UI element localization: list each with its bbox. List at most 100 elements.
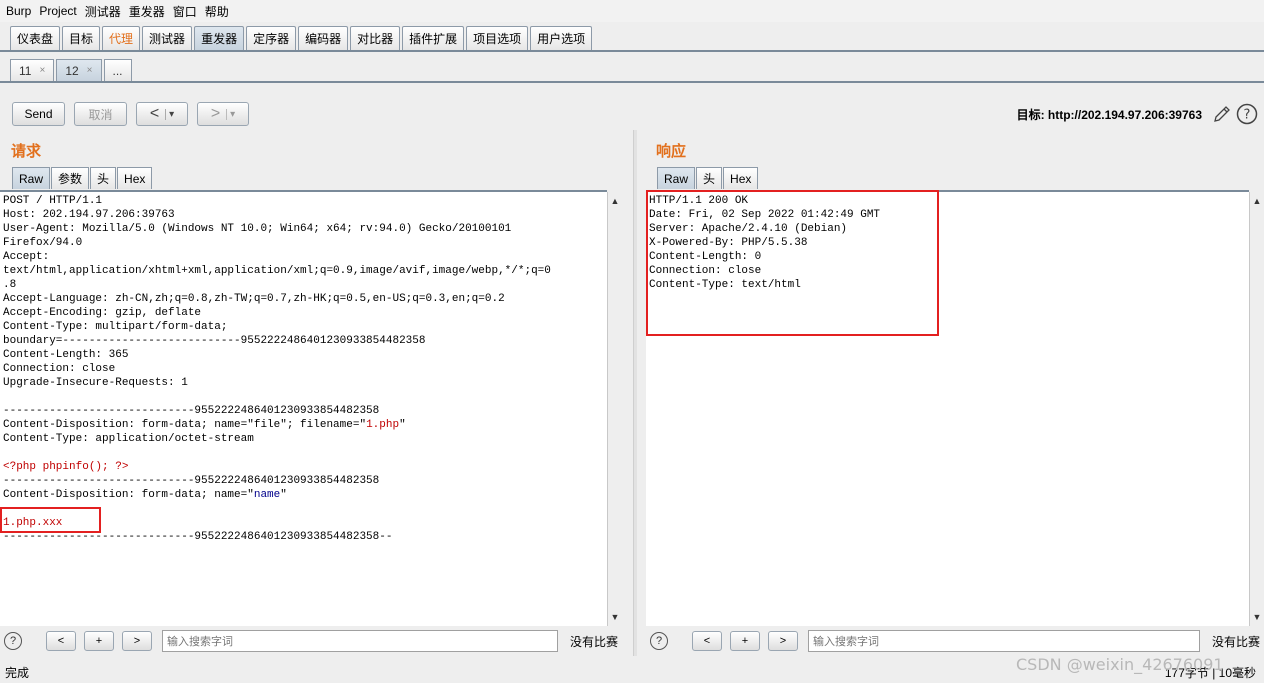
request-text: Accept-Language: zh-CN,zh;q=0.8,zh-TW;q=… xyxy=(3,293,505,305)
menu-bar: Burp Project 测试器 重发器 窗口 帮助 xyxy=(0,0,1264,22)
request-text: boundary=---------------------------9552… xyxy=(3,335,426,347)
menu-item[interactable]: Burp xyxy=(6,4,31,18)
request-line: text/html,application/xhtml+xml,applicat… xyxy=(3,264,607,278)
send-button[interactable]: Send xyxy=(12,102,65,126)
request-line: Accept-Language: zh-CN,zh;q=0.8,zh-TW;q=… xyxy=(3,292,607,306)
search-add-button[interactable]: + xyxy=(84,631,114,651)
scroll-up-icon[interactable]: ▲ xyxy=(610,196,620,206)
highlight-box-response xyxy=(646,190,939,336)
menu-item[interactable]: Project xyxy=(39,4,76,18)
request-line: -----------------------------95522224864… xyxy=(3,474,607,488)
cancel-button[interactable]: 取消 xyxy=(74,102,127,126)
response-subtab[interactable]: Hex xyxy=(723,167,759,189)
watermark: CSDN @weixin_42676091 xyxy=(1016,655,1224,674)
search-next-button[interactable]: > xyxy=(768,631,798,651)
request-subtabs: Raw 参数头 Hex xyxy=(12,167,153,189)
request-line: Accept-Encoding: gzip, deflate xyxy=(3,306,607,320)
back-arrow-icon: < xyxy=(149,105,160,122)
request-line: POST / HTTP/1.1 xyxy=(3,194,607,208)
request-line: boundary=---------------------------9552… xyxy=(3,334,607,348)
main-tab[interactable]: 代理 xyxy=(102,26,141,50)
request-line xyxy=(3,446,607,460)
response-subtabs: Raw 头 Hex xyxy=(657,167,759,189)
scroll-down-icon[interactable]: ▼ xyxy=(610,612,620,622)
main-tab[interactable]: 测试器 xyxy=(142,26,193,50)
search-add-button[interactable]: + xyxy=(730,631,760,651)
main-tab[interactable]: 目标 xyxy=(62,26,101,50)
request-line: Accept: xyxy=(3,250,607,264)
search-input[interactable] xyxy=(808,630,1200,652)
request-text: " xyxy=(280,489,287,501)
scroll-down-icon[interactable]: ▼ xyxy=(1252,612,1262,622)
main-tab[interactable]: 定序器 xyxy=(246,26,297,50)
response-title: 响应 xyxy=(656,143,687,160)
request-text: -----------------------------95522224864… xyxy=(3,475,380,487)
request-text: " xyxy=(399,419,406,431)
repeater-tab[interactable]: ... xyxy=(103,59,132,81)
forward-button[interactable]: > ▾ xyxy=(197,102,249,126)
request-line: Firefox/94.0 xyxy=(3,236,607,250)
repeater-tab[interactable]: 11 × xyxy=(10,59,55,81)
request-line: Content-Type: multipart/form-data; xyxy=(3,320,607,334)
request-text: POST / HTTP/1.1 xyxy=(3,195,103,207)
menu-item[interactable]: 帮助 xyxy=(205,3,229,20)
help-icon[interactable]: ? xyxy=(4,632,22,650)
request-text: Host: 202.194.97.206:39763 xyxy=(3,209,175,221)
request-text: Content-Type: application/octet-stream xyxy=(3,433,254,445)
svg-text:?: ? xyxy=(1244,108,1251,123)
repeater-tab[interactable]: 12 × xyxy=(56,59,102,81)
request-text: name xyxy=(253,489,281,501)
request-subtab[interactable]: Hex xyxy=(117,167,153,189)
request-subtab[interactable]: Raw xyxy=(12,167,51,189)
repeater-tab-label: 12 xyxy=(65,63,79,78)
menu-item[interactable]: 测试器 xyxy=(85,3,121,20)
back-button[interactable]: < ▾ xyxy=(136,102,188,126)
main-tab[interactable]: 重发器 xyxy=(194,26,245,50)
main-tab[interactable]: 编码器 xyxy=(298,26,349,50)
main-tab[interactable]: 对比器 xyxy=(350,26,401,50)
request-text: Firefox/94.0 xyxy=(3,237,83,249)
response-subtab[interactable]: Raw xyxy=(657,167,696,189)
pencil-icon[interactable] xyxy=(1212,104,1232,124)
request-text: -----------------------------95522224864… xyxy=(3,405,380,417)
repeater-tab-bar: 11 × 12 ×... xyxy=(0,56,1264,83)
response-search-bar: ? < + > 没有比赛 xyxy=(650,628,1262,654)
help-icon[interactable]: ? xyxy=(1236,103,1258,125)
main-tab[interactable]: 仪表盘 xyxy=(10,26,61,50)
request-line: User-Agent: Mozilla/5.0 (Windows NT 10.0… xyxy=(3,222,607,236)
pane-splitter[interactable] xyxy=(633,130,637,656)
request-text: Content-Disposition: form-data; name=" xyxy=(3,489,254,501)
request-subtab[interactable]: 参数 xyxy=(51,167,90,189)
request-search-bar: ? < + > 没有比赛 xyxy=(4,628,626,654)
request-text: Content-Type: multipart/form-data; xyxy=(3,321,228,333)
main-tab[interactable]: 用户选项 xyxy=(530,26,593,50)
request-line: Content-Disposition: form-data; name="fi… xyxy=(3,418,607,432)
response-scrollbar[interactable]: ▲ ▼ xyxy=(1249,192,1263,626)
request-line: Upgrade-Insecure-Requests: 1 xyxy=(3,376,607,390)
search-prev-button[interactable]: < xyxy=(692,631,722,651)
search-prev-button[interactable]: < xyxy=(46,631,76,651)
main-tab[interactable]: 项目选项 xyxy=(466,26,529,50)
search-input[interactable] xyxy=(162,630,558,652)
request-scrollbar[interactable]: ▲ ▼ xyxy=(607,192,621,626)
request-text: Content-Length: 365 xyxy=(3,349,129,361)
request-text: 1.php xyxy=(366,419,400,431)
search-result-label: 没有比赛 xyxy=(1212,634,1261,649)
request-line: Content-Disposition: form-data; name="na… xyxy=(3,488,607,502)
request-line: -----------------------------95522224864… xyxy=(3,404,607,418)
highlight-box-filename xyxy=(0,507,101,533)
request-editor[interactable]: POST / HTTP/1.1 Host: 202.194.97.206:3976… xyxy=(0,190,607,626)
search-next-button[interactable]: > xyxy=(122,631,152,651)
chevron-down-icon: ▾ xyxy=(165,108,174,120)
request-text: Connection: close xyxy=(3,363,116,375)
menu-item[interactable]: 窗口 xyxy=(173,3,197,20)
help-icon[interactable]: ? xyxy=(650,632,668,650)
response-subtab[interactable]: 头 xyxy=(696,167,723,189)
scroll-up-icon[interactable]: ▲ xyxy=(1252,196,1262,206)
menu-item[interactable]: 重发器 xyxy=(129,3,165,20)
main-tab[interactable]: 插件扩展 xyxy=(402,26,465,50)
close-icon[interactable]: × xyxy=(39,65,45,76)
close-icon[interactable]: × xyxy=(87,65,93,76)
request-subtab[interactable]: 头 xyxy=(90,167,117,189)
search-result-label: 没有比赛 xyxy=(570,634,619,649)
